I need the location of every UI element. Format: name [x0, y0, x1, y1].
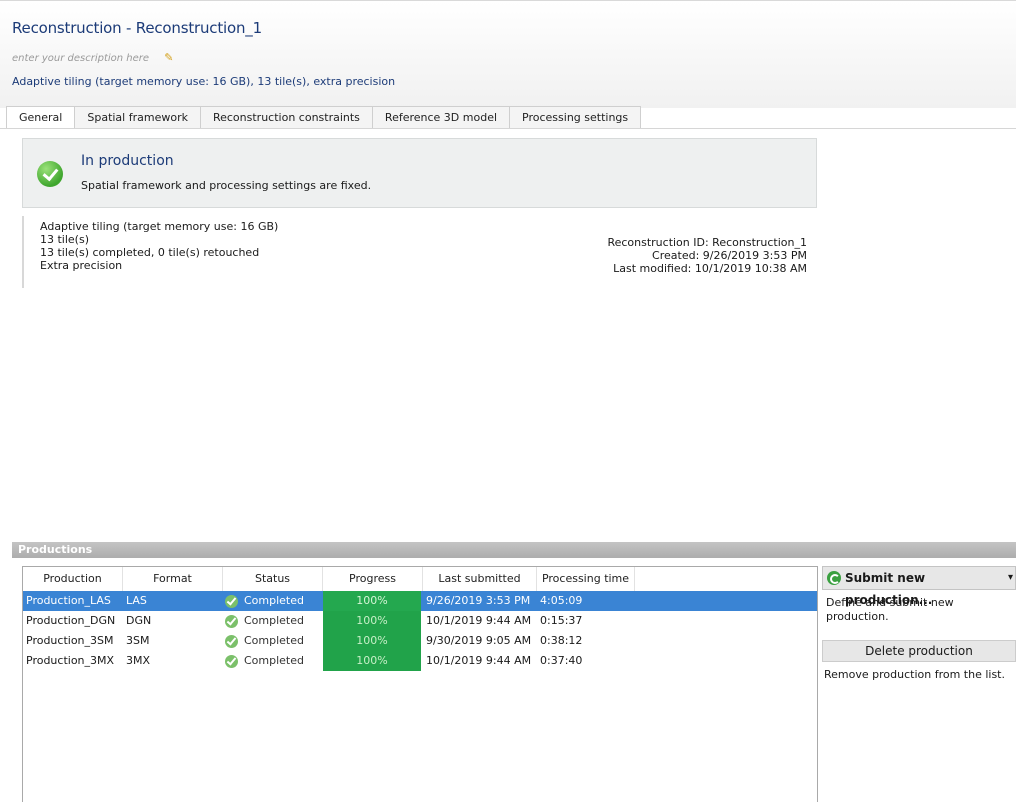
- productions-section-title: Productions: [12, 542, 1016, 558]
- production-format: DGN: [126, 614, 152, 627]
- production-format: 3SM: [126, 634, 150, 647]
- reconstruction-summary: Adaptive tiling (target memory use: 16 G…: [12, 75, 396, 88]
- reconstruction-metadata: Reconstruction ID: Reconstruction_1 Crea…: [607, 236, 807, 275]
- production-progress: 100%: [323, 591, 423, 611]
- status-subtitle: Spatial framework and processing setting…: [81, 179, 372, 192]
- production-name: Production_LAS: [26, 594, 111, 607]
- page-title: Reconstruction - Reconstruction_1: [12, 19, 262, 37]
- pencil-icon[interactable]: ✎: [164, 51, 173, 64]
- status-text: Completed: [244, 594, 304, 607]
- table-row[interactable]: Production_DGN DGN Completed 100% 10/1/2…: [23, 611, 817, 631]
- description-placeholder[interactable]: enter your description here: [12, 53, 149, 64]
- info-line: 13 tile(s): [40, 233, 90, 246]
- completed-check-icon: [225, 614, 238, 628]
- processing-time: 0:37:40: [540, 654, 583, 667]
- progress-bar: 100%: [323, 651, 421, 671]
- productions-actions-panel: Submit new production... ▾ Define and su…: [822, 566, 1016, 802]
- last-submitted: 10/1/2019 9:44 AM: [426, 614, 532, 627]
- column-header-status[interactable]: Status: [223, 567, 323, 591]
- tab-reference-3d-model[interactable]: Reference 3D model: [372, 106, 511, 129]
- tab-spatial-framework[interactable]: Spatial framework: [75, 106, 201, 129]
- tab-reconstruction-constraints[interactable]: Reconstruction constraints: [200, 106, 373, 129]
- status-panel: In production Spatial framework and proc…: [22, 138, 817, 208]
- status-title: In production: [81, 153, 174, 169]
- completed-check-icon: [225, 594, 238, 608]
- info-line: Extra precision: [40, 259, 123, 272]
- column-header-production[interactable]: Production: [23, 567, 123, 591]
- production-status: Completed: [223, 591, 323, 611]
- progress-bar: 100%: [323, 631, 421, 651]
- table-row[interactable]: Production_LAS LAS Completed 100% 9/26/2…: [23, 591, 817, 611]
- check-circle-icon: [37, 161, 63, 187]
- table-header: Production Format Status Progress Last s…: [23, 567, 817, 591]
- production-format: LAS: [126, 594, 147, 607]
- submit-new-production-button[interactable]: Submit new production... ▾: [822, 566, 1016, 607]
- tab-general[interactable]: General: [6, 106, 76, 129]
- production-progress: 100%: [323, 651, 423, 671]
- progress-bar: 100%: [323, 591, 421, 611]
- tab-bar: General Spatial framework Reconstruction…: [6, 106, 642, 129]
- reconstruction-info: Adaptive tiling (target memory use: 16 G…: [22, 216, 817, 288]
- production-name: Production_3SM: [26, 634, 114, 647]
- reconstruction-id: Reconstruction ID: Reconstruction_1: [607, 236, 807, 249]
- progress-bar: 100%: [323, 611, 421, 631]
- refresh-icon: [827, 571, 841, 585]
- reconstruction-header: Reconstruction - Reconstruction_1 enter …: [0, 0, 1016, 108]
- status-text: Completed: [244, 654, 304, 667]
- production-status: Completed: [223, 631, 323, 651]
- status-text: Completed: [244, 614, 304, 627]
- production-name: Production_DGN: [26, 614, 116, 627]
- last-submitted: 9/30/2019 9:05 AM: [426, 634, 532, 647]
- column-header-last-submitted[interactable]: Last submitted: [423, 567, 537, 591]
- description-field[interactable]: enter your description here ✎: [12, 51, 173, 64]
- completed-check-icon: [225, 634, 238, 648]
- table-row[interactable]: Production_3MX 3MX Completed 100% 10/1/2…: [23, 651, 817, 671]
- column-header-processing-time[interactable]: Processing time: [537, 567, 635, 591]
- processing-time: 0:15:37: [540, 614, 583, 627]
- column-header-format[interactable]: Format: [123, 567, 223, 591]
- submit-description: Define and submit new production.: [826, 596, 954, 623]
- production-format: 3MX: [126, 654, 151, 667]
- production-progress: 100%: [323, 611, 423, 631]
- tab-divider: [0, 128, 1016, 129]
- processing-time: 0:38:12: [540, 634, 583, 647]
- production-name: Production_3MX: [26, 654, 115, 667]
- table-row[interactable]: Production_3SM 3SM Completed 100% 9/30/2…: [23, 631, 817, 651]
- processing-time: 4:05:09: [540, 594, 583, 607]
- last-submitted: 10/1/2019 9:44 AM: [426, 654, 532, 667]
- created-date: Created: 9/26/2019 3:53 PM: [652, 249, 807, 262]
- column-header-progress[interactable]: Progress: [323, 567, 423, 591]
- completed-check-icon: [225, 654, 238, 668]
- info-line: 13 tile(s) completed, 0 tile(s) retouche…: [40, 246, 260, 259]
- production-status: Completed: [223, 611, 323, 631]
- last-modified-date: Last modified: 10/1/2019 10:38 AM: [613, 262, 807, 275]
- tiling-info: Adaptive tiling (target memory use: 16 G…: [40, 220, 278, 272]
- production-progress: 100%: [323, 631, 423, 651]
- tab-processing-settings[interactable]: Processing settings: [510, 106, 642, 129]
- production-status: Completed: [223, 651, 323, 671]
- productions-table[interactable]: Production Format Status Progress Last s…: [22, 566, 818, 802]
- delete-production-button[interactable]: Delete production: [822, 640, 1016, 662]
- last-submitted: 9/26/2019 3:53 PM: [426, 594, 531, 607]
- status-text: Completed: [244, 634, 304, 647]
- delete-description: Remove production from the list.: [824, 668, 1005, 681]
- info-line: Adaptive tiling (target memory use: 16 G…: [40, 220, 279, 233]
- chevron-down-icon[interactable]: ▾: [1008, 567, 1013, 589]
